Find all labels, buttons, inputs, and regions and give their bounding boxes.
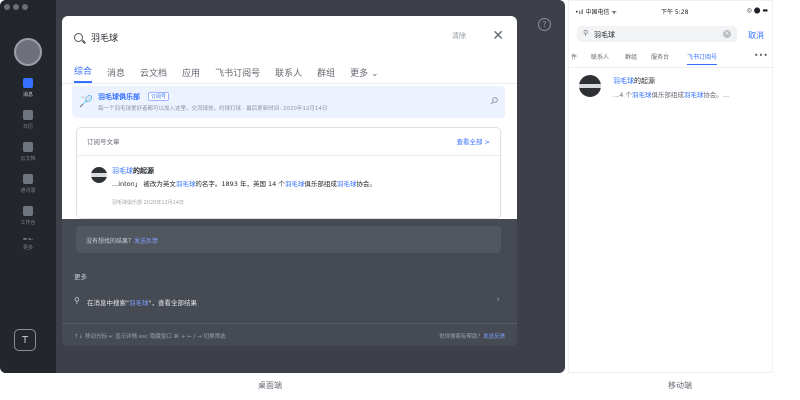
tab-helpdesk[interactable]: 服务台 bbox=[651, 52, 669, 61]
tabs-divider bbox=[62, 83, 517, 84]
section-title: 订阅号文章 bbox=[87, 138, 120, 146]
sidebar-item-docs[interactable]: 云文档 bbox=[0, 142, 56, 162]
close-icon[interactable]: ✕ bbox=[492, 27, 504, 45]
group-result[interactable]: 🏸 羽毛球俱乐部 订阅号 每一个羽毛球爱好者都可以加入这里，交流球技，约球打球 … bbox=[72, 86, 505, 118]
mobile-article-title[interactable]: 羽毛球的起源 bbox=[613, 76, 655, 86]
subscription-card: 订阅号文章 查看全部 > 羽毛球的起源 ...inton」 被改为英文羽毛球的名… bbox=[76, 127, 501, 219]
contacts-icon bbox=[23, 174, 33, 184]
chat-icon bbox=[23, 78, 33, 88]
tab-groups[interactable]: 群组 bbox=[317, 66, 335, 83]
sidebar-rail: 消息 日历 云文档 通讯录 工作台 更多 T bbox=[0, 0, 56, 373]
tab-subscriptions[interactable]: 飞书订阅号 bbox=[215, 66, 260, 83]
mobile-search-input[interactable]: 羽毛球 bbox=[594, 30, 615, 40]
tab-all[interactable]: 综合 bbox=[74, 64, 93, 83]
profile-button[interactable]: T bbox=[14, 329, 36, 351]
divider bbox=[77, 155, 500, 156]
status-badge: 订阅号 bbox=[148, 92, 170, 101]
clear-hint[interactable]: 清除 bbox=[452, 31, 466, 41]
badminton-icon: 🏸 bbox=[79, 95, 93, 108]
mobile-tabs: 件 联系人 群组 服务台 飞书订阅号 ••• bbox=[569, 51, 774, 66]
shortcut-footer: ↑↓ 移动光标 ↵ 显示详情 esc 隐藏窗口 ⌘ + ← / → 切换筛选 觉… bbox=[62, 323, 517, 346]
tab-files[interactable]: 件 bbox=[571, 52, 577, 61]
group-title: 羽毛球俱乐部 bbox=[98, 93, 140, 101]
avatar[interactable] bbox=[14, 38, 42, 66]
search-icon bbox=[74, 32, 83, 42]
search-icon: ⚲ bbox=[583, 29, 589, 37]
status-bar: •ııl 中国电信 ᯤ 下午 5:28 ◎ ⬤ ▬ bbox=[575, 7, 768, 16]
article-title[interactable]: 羽毛球的起源 bbox=[112, 166, 154, 176]
search-results-area: 羽毛球 清除 ✕ 综合 消息 云文档 应用 飞书订阅号 联系人 群组 更多 ⌄ … bbox=[62, 16, 517, 219]
sidebar-item-calendar[interactable]: 日历 bbox=[0, 110, 56, 130]
mobile-search-bar[interactable]: ⚲ 羽毛球 × bbox=[577, 26, 737, 42]
article-avatar bbox=[91, 167, 107, 183]
desktop-window: 消息 日历 云文档 通讯录 工作台 更多 T ? 羽毛球 清除 ✕ 综合 消息 … bbox=[0, 0, 565, 373]
sidebar-item-messages[interactable]: 消息 bbox=[0, 78, 56, 98]
mobile-caption: 移动端 bbox=[668, 381, 692, 390]
mobile-article-snippet: ...4 个羽毛球俱乐部组成羽毛球协会。... bbox=[613, 91, 730, 99]
search-input[interactable]: 羽毛球 bbox=[91, 31, 118, 44]
article-snippet: ...inton」 被改为英文羽毛球的名字。1893 年，英国 14 个羽毛球俱… bbox=[112, 180, 376, 188]
search-panel: 羽毛球 清除 ✕ 综合 消息 云文档 应用 飞书订阅号 联系人 群组 更多 ⌄ … bbox=[62, 16, 517, 346]
sidebar-item-workplace[interactable]: 工作台 bbox=[0, 206, 56, 226]
feedback-link[interactable]: 发送反馈 bbox=[134, 238, 158, 245]
doc-icon bbox=[23, 142, 33, 152]
tab-subscriptions[interactable]: 飞书订阅号 bbox=[687, 52, 718, 65]
filter-tabs: 综合 消息 云文档 应用 飞书订阅号 联系人 群组 更多 ⌄ bbox=[74, 64, 394, 83]
tab-docs[interactable]: 云文档 bbox=[140, 66, 167, 83]
search-icon: ⚲ bbox=[74, 296, 80, 305]
more-icon bbox=[23, 238, 33, 241]
more-label: 更多 bbox=[74, 273, 87, 281]
feedback-bar: 没有想找的结果？发送反馈 bbox=[76, 226, 501, 253]
search-in-messages[interactable]: ⚲ 在消息中搜索"羽毛球"，查看全部结果 › bbox=[74, 294, 504, 308]
desktop-caption: 桌面端 bbox=[258, 381, 282, 390]
sidebar-item-contacts[interactable]: 通讯录 bbox=[0, 174, 56, 194]
tab-groups[interactable]: 群组 bbox=[625, 52, 637, 61]
divider bbox=[569, 67, 774, 68]
footer-feedback-link[interactable]: 发送反馈 bbox=[483, 334, 505, 340]
shortcut-hints: ↑↓ 移动光标 ↵ 显示详情 esc 隐藏窗口 ⌘ + ← / → 切换筛选 bbox=[74, 334, 226, 340]
view-all-link[interactable]: 查看全部 > bbox=[456, 136, 490, 146]
workplace-icon bbox=[23, 206, 33, 216]
article-meta: 羽毛球俱乐部 2020年12月14日 bbox=[112, 200, 185, 206]
calendar-icon bbox=[23, 110, 33, 120]
search-bar: 羽毛球 清除 ✕ bbox=[74, 28, 504, 46]
cancel-button[interactable]: 取消 bbox=[748, 30, 764, 41]
mobile-screen: •ııl 中国电信 ᯤ 下午 5:28 ◎ ⬤ ▬ ⚲ 羽毛球 × 取消 件 联… bbox=[568, 0, 774, 373]
tab-messages[interactable]: 消息 bbox=[107, 66, 125, 83]
link-icon[interactable]: ⚲ bbox=[487, 95, 500, 108]
tab-contacts[interactable]: 联系人 bbox=[591, 52, 609, 61]
sidebar-item-more[interactable]: 更多 bbox=[0, 238, 56, 251]
more-icon[interactable]: ••• bbox=[754, 51, 768, 60]
tab-more[interactable]: 更多 ⌄ bbox=[350, 66, 378, 83]
tab-contacts[interactable]: 联系人 bbox=[275, 66, 302, 83]
article-avatar bbox=[579, 75, 601, 97]
window-controls[interactable] bbox=[4, 4, 28, 10]
battery-icon: ◎ ⬤ ▬ bbox=[746, 7, 768, 14]
tab-apps[interactable]: 应用 bbox=[182, 66, 200, 83]
chevron-right-icon: › bbox=[496, 295, 500, 305]
help-icon[interactable]: ? bbox=[538, 18, 551, 31]
clear-icon[interactable]: × bbox=[723, 30, 731, 38]
group-description: 每一个羽毛球爱好者都可以加入这里，交流球技，约球打球 · 最后更新时间: 202… bbox=[98, 106, 328, 112]
